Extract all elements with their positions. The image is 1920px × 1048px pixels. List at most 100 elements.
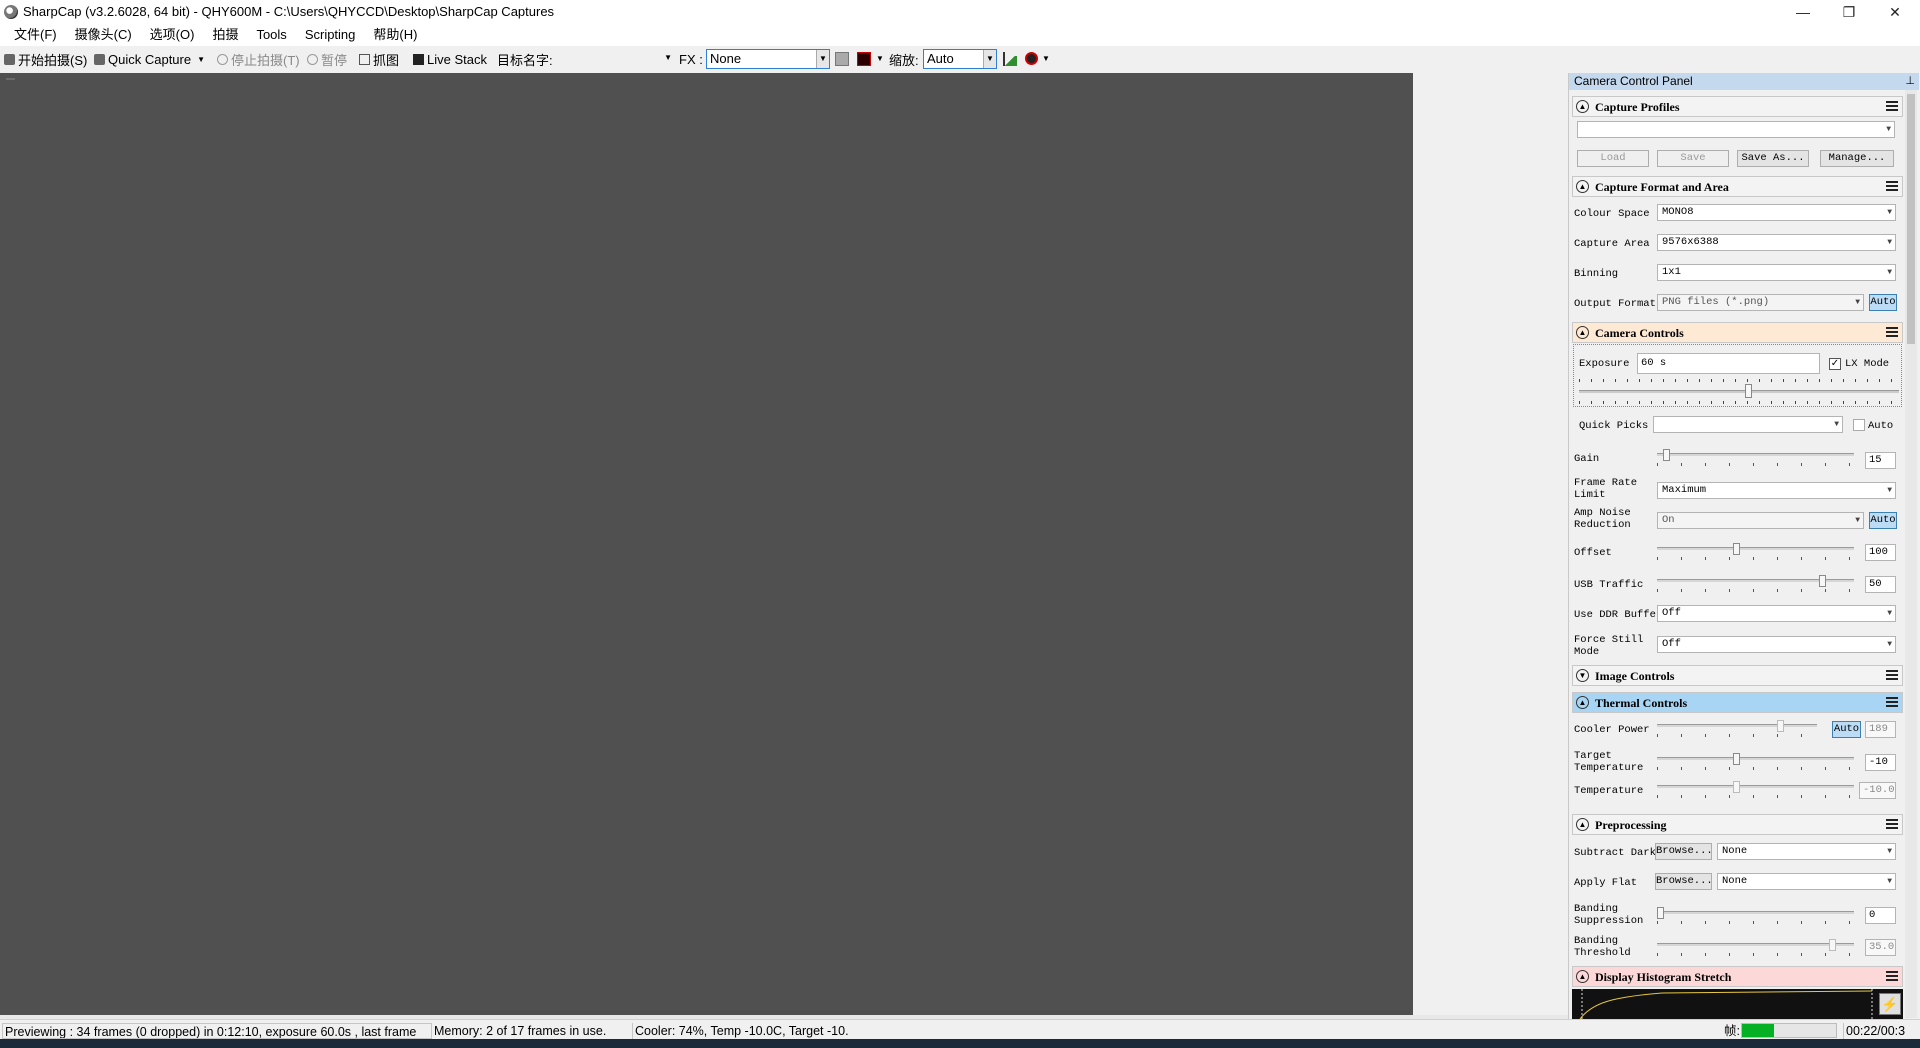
pause-button[interactable]: 暂停 (307, 50, 347, 68)
force-still-select[interactable]: Off ▼ (1657, 636, 1896, 653)
auto-stretch-icon[interactable]: ⚡ (1879, 993, 1901, 1015)
menu-icon[interactable] (1886, 181, 1898, 191)
menu-camera[interactable]: 摄像头(C) (66, 24, 141, 46)
menu-icon[interactable] (1886, 101, 1898, 111)
section-thermal-controls[interactable]: ▲ Thermal Controls (1572, 692, 1903, 713)
menu-icon[interactable] (1886, 670, 1898, 680)
histogram-icon[interactable] (1003, 52, 1017, 66)
chevron-up-icon[interactable]: ▲ (1576, 696, 1589, 709)
target-name-combo[interactable]: ▼ (556, 49, 674, 69)
panel-scrollbar[interactable] (1905, 90, 1917, 1018)
stop-capture-button[interactable]: 停止拍摄(T) (217, 50, 300, 68)
slider-thumb[interactable] (1733, 753, 1740, 765)
subtract-dark-select[interactable]: None ▼ (1717, 843, 1896, 860)
chevron-down-icon[interactable]: ▼ (876, 54, 884, 63)
subtract-dark-browse-button[interactable]: Browse... (1655, 843, 1713, 860)
gain-input[interactable]: 15 (1865, 452, 1896, 469)
slider-thumb[interactable] (1745, 384, 1752, 398)
slider-thumb[interactable] (1777, 720, 1784, 732)
target-temperature-input[interactable]: -10 (1865, 754, 1896, 771)
chevron-down-icon[interactable]: ▼ (197, 55, 205, 64)
red-grid-icon[interactable] (857, 52, 871, 66)
chevron-down-icon[interactable]: ▼ (1042, 54, 1050, 63)
quick-picks-select[interactable]: ▼ (1653, 416, 1843, 433)
banding-suppression-slider[interactable] (1657, 907, 1854, 925)
apply-flat-browse-button[interactable]: Browse... (1655, 873, 1713, 890)
chevron-up-icon[interactable]: ▲ (1576, 970, 1589, 983)
chevron-up-icon[interactable]: ▲ (1576, 326, 1589, 339)
menu-icon[interactable] (1886, 971, 1898, 981)
section-histogram-stretch[interactable]: ▲ Display Histogram Stretch (1572, 966, 1903, 987)
ddr-buffer-select[interactable]: Off ▼ (1657, 605, 1896, 622)
exposure-slider[interactable] (1579, 379, 1899, 405)
manage-button[interactable]: Manage... (1820, 150, 1894, 167)
amp-noise-auto-button[interactable]: Auto (1869, 512, 1897, 529)
frame-rate-select[interactable]: Maximum ▼ (1657, 482, 1896, 499)
minimize-button[interactable]: — (1780, 0, 1826, 24)
snapshot-button[interactable]: 抓图 (359, 50, 399, 68)
capture-area-select[interactable]: 9576x6388 ▼ (1657, 234, 1896, 251)
exposure-input[interactable]: 60 s (1637, 353, 1820, 374)
live-stack-button[interactable]: Live Stack (413, 50, 487, 68)
chevron-up-icon[interactable]: ▲ (1576, 180, 1589, 193)
quick-capture-button[interactable]: Quick Capture ▼ (94, 50, 205, 68)
image-viewer[interactable] (0, 73, 1413, 1015)
section-preprocessing[interactable]: ▲ Preprocessing (1572, 814, 1903, 835)
section-image-controls[interactable]: ▼ Image Controls (1572, 665, 1903, 686)
usb-traffic-slider[interactable] (1657, 575, 1854, 593)
menu-options[interactable]: 选项(O) (141, 24, 204, 46)
banding-suppression-input[interactable]: 0 (1865, 907, 1896, 924)
menu-help[interactable]: 帮助(H) (364, 24, 426, 46)
output-format-auto-button[interactable]: Auto (1869, 294, 1897, 311)
load-button[interactable]: Load (1577, 150, 1649, 167)
menu-tools[interactable]: Tools (247, 24, 295, 46)
gray-square-icon[interactable] (835, 52, 849, 66)
histogram-display[interactable]: ⚡ (1572, 989, 1903, 1019)
binning-select[interactable]: 1x1 ▼ (1657, 264, 1896, 281)
gain-slider[interactable] (1657, 449, 1854, 467)
menu-scripting[interactable]: Scripting (296, 24, 365, 46)
usb-traffic-input[interactable]: 50 (1865, 576, 1896, 593)
zoom-select[interactable]: Auto ▼ (923, 49, 997, 69)
menu-icon[interactable] (1886, 327, 1898, 337)
target-temperature-slider[interactable] (1657, 753, 1854, 771)
menu-file[interactable]: 文件(F) (5, 24, 66, 46)
cooler-power-auto-button[interactable]: Auto (1832, 721, 1861, 738)
save-as-button[interactable]: Save As... (1737, 150, 1809, 167)
fx-select[interactable]: None ▼ (706, 49, 830, 69)
zoom-icon[interactable] (1025, 52, 1038, 65)
slider-thumb[interactable] (1829, 939, 1836, 951)
banding-threshold-input[interactable]: 35.0 (1865, 939, 1896, 956)
start-capture-button[interactable]: 开始拍摄(S) (4, 50, 87, 68)
slider-thumb[interactable] (1657, 907, 1664, 919)
colour-space-select[interactable]: MONO8 ▼ (1657, 204, 1896, 221)
menu-capture[interactable]: 拍摄 (203, 24, 247, 46)
section-capture-format[interactable]: ▲ Capture Format and Area (1572, 176, 1903, 197)
menu-icon[interactable] (1886, 697, 1898, 707)
cooler-power-input[interactable]: 189 (1865, 721, 1896, 738)
scrollbar-thumb[interactable] (1907, 94, 1915, 344)
chevron-up-icon[interactable]: ▲ (1576, 100, 1589, 113)
cooler-power-slider[interactable] (1657, 720, 1817, 738)
close-button[interactable]: ✕ (1872, 0, 1918, 24)
chevron-up-icon[interactable]: ▲ (1576, 818, 1589, 831)
amp-noise-select[interactable]: On ▼ (1657, 512, 1864, 529)
section-camera-controls[interactable]: ▲ Camera Controls (1572, 322, 1903, 343)
offset-input[interactable]: 100 (1865, 544, 1896, 561)
chevron-down-icon[interactable]: ▼ (1576, 669, 1589, 682)
pin-icon[interactable]: ⊥ (1905, 73, 1915, 90)
restore-button[interactable]: ❐ (1826, 0, 1872, 24)
banding-threshold-slider[interactable] (1657, 939, 1854, 957)
apply-flat-select[interactable]: None ▼ (1717, 873, 1896, 890)
slider-thumb[interactable] (1733, 543, 1740, 555)
quick-picks-auto-checkbox[interactable] (1853, 419, 1865, 431)
offset-slider[interactable] (1657, 543, 1854, 561)
lx-mode-checkbox[interactable]: ✓ (1829, 358, 1841, 370)
slider-thumb[interactable] (1663, 449, 1670, 461)
output-format-select[interactable]: PNG files (*.png) ▼ (1657, 294, 1864, 311)
section-capture-profiles[interactable]: ▲ Capture Profiles (1572, 96, 1903, 117)
slider-thumb[interactable] (1819, 575, 1826, 587)
menu-icon[interactable] (1886, 819, 1898, 829)
save-button[interactable]: Save (1657, 150, 1729, 167)
profile-select[interactable]: ▼ (1577, 121, 1895, 138)
